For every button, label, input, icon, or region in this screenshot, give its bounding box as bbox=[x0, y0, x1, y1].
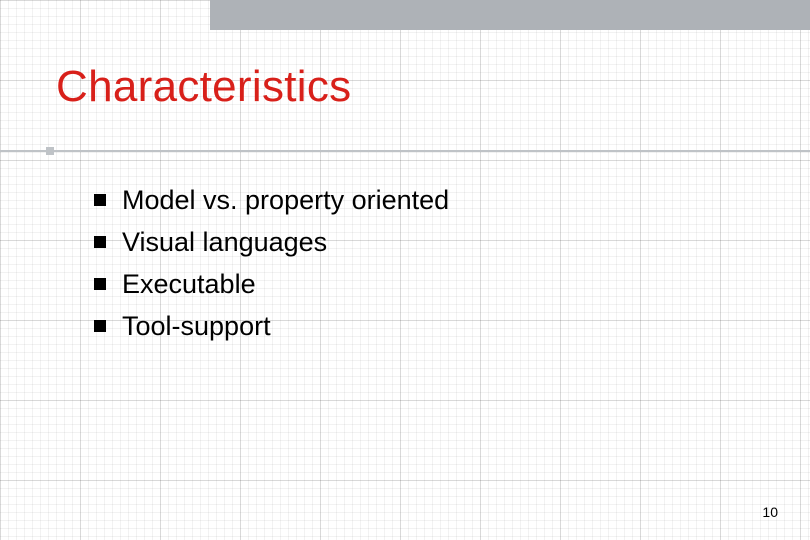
list-item: Tool-support bbox=[94, 308, 750, 344]
list-item: Visual languages bbox=[94, 224, 750, 260]
list-item: Model vs. property oriented bbox=[94, 182, 750, 218]
bullet-icon bbox=[94, 236, 106, 248]
top-bar bbox=[210, 0, 810, 30]
bullet-list: Model vs. property oriented Visual langu… bbox=[94, 182, 750, 350]
bullet-text: Visual languages bbox=[122, 224, 327, 260]
slide: Characteristics Model vs. property orien… bbox=[0, 0, 810, 540]
list-item: Executable bbox=[94, 266, 750, 302]
title-rule bbox=[0, 150, 810, 152]
page-number: 10 bbox=[762, 504, 778, 520]
bullet-icon bbox=[94, 278, 106, 290]
slide-title: Characteristics bbox=[56, 62, 351, 112]
bullet-icon bbox=[94, 194, 106, 206]
bullet-icon bbox=[94, 320, 106, 332]
bullet-text: Tool-support bbox=[122, 308, 271, 344]
bullet-text: Executable bbox=[122, 266, 256, 302]
bullet-text: Model vs. property oriented bbox=[122, 182, 449, 218]
